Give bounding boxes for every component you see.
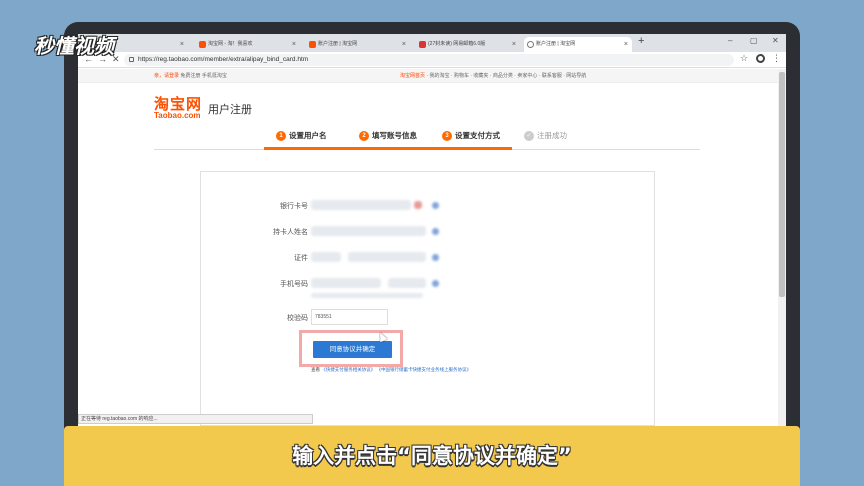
agreement-prefix: 查看	[311, 367, 320, 372]
maximize-icon[interactable]: ▢	[750, 36, 758, 45]
phone-hint-text	[311, 293, 423, 298]
code-label: 校验码	[287, 315, 308, 322]
close-tab-icon[interactable]: ×	[402, 37, 406, 52]
browser-tab-2[interactable]: 淘宝网 - 淘！我喜欢 ×	[196, 37, 300, 52]
close-tab-icon[interactable]: ×	[624, 37, 628, 52]
status-bar: 正在等待 reg.taobao.com 的响应...	[78, 414, 313, 424]
nav-category-link[interactable]: 商品分类	[493, 73, 513, 79]
quickpay-agreement-link[interactable]: 《快捷支付服务相关协议》	[321, 367, 375, 372]
registration-steps: 1 设置用户名 2 填写账号信息 3 设置支付方式 ✓ 注册成功	[154, 130, 700, 150]
nav-sitemap-link[interactable]: 网站导航	[566, 73, 586, 79]
bank-logo-icon	[414, 201, 422, 209]
tab-title: 账户注册 | 淘宝网	[318, 41, 358, 47]
tab-title: (27封未读) 网易邮箱6.0版	[428, 41, 486, 47]
card-number-input[interactable]	[311, 200, 411, 210]
step-progress-bar	[264, 147, 512, 150]
taobao-favicon-icon	[199, 41, 206, 48]
info-icon	[432, 228, 439, 235]
nav-mytaobao-link[interactable]: 我的淘宝	[429, 73, 449, 79]
signup-link[interactable]: 免费注册	[180, 73, 200, 79]
taobao-logo[interactable]: 淘宝网 Taobao.com	[154, 97, 202, 120]
step-number: 3	[442, 131, 452, 142]
taobao-favicon-icon	[309, 41, 316, 48]
info-icon	[432, 280, 439, 287]
logo-cn: 淘宝网	[154, 95, 203, 113]
address-bar-row: ← → ✕ https://reg.taobao.com/member/extr…	[78, 52, 786, 68]
browser-tab-4[interactable]: (27封未读) 网易邮箱6.0版 ×	[416, 37, 520, 52]
step-4: ✓ 注册成功	[524, 130, 567, 142]
sitenav-left: 亲，请登录 免费注册 手机逛淘宝	[154, 69, 227, 83]
close-tab-icon[interactable]: ×	[180, 37, 184, 52]
step-number: 1	[276, 131, 286, 142]
cardholder-label: 持卡人姓名	[273, 229, 308, 236]
bookmark-star-icon[interactable]: ☆	[740, 53, 748, 64]
id-label: 证件	[294, 255, 308, 262]
phone-input[interactable]	[311, 278, 381, 288]
id-type-select[interactable]	[311, 252, 341, 262]
id-number-input[interactable]	[348, 252, 426, 262]
minimize-icon[interactable]: –	[728, 36, 732, 45]
loading-spinner-icon	[527, 41, 534, 48]
window-close-icon[interactable]: ✕	[772, 36, 779, 45]
boc-agreement-link[interactable]: 《中国银行储蓄卡快捷支付业务线上服务协议》	[377, 367, 472, 372]
agree-confirm-button[interactable]: 同意协议并确定	[313, 341, 392, 358]
nav-seller-link[interactable]: 卖家中心	[517, 73, 537, 79]
browser-tab-3[interactable]: 账户注册 | 淘宝网 ×	[306, 37, 410, 52]
verification-code-input[interactable]: 783551	[311, 309, 388, 325]
step-1: 1 设置用户名	[276, 130, 327, 142]
info-icon	[432, 202, 439, 209]
step-label: 设置支付方式	[455, 131, 500, 140]
url-input[interactable]: https://reg.taobao.com/member/extra/alip…	[124, 54, 734, 66]
page-title: 用户注册	[208, 104, 252, 116]
nav-home-link[interactable]: 淘宝网首页	[400, 73, 425, 79]
mobile-link[interactable]: 手机逛淘宝	[202, 73, 227, 79]
card-number-label: 银行卡号	[280, 203, 308, 210]
lock-icon	[129, 57, 134, 62]
scrollbar-thumb[interactable]	[779, 72, 785, 297]
logo-en: Taobao.com	[154, 111, 201, 120]
subtitle-caption: 输入并点击“同意协议并确定”	[292, 444, 572, 468]
login-link[interactable]: 亲，请登录	[154, 73, 179, 79]
browser-tab-active[interactable]: 账户注册 | 淘宝网 ×	[524, 37, 632, 52]
watermark-logo: 秒懂视频	[34, 34, 114, 58]
nav-service-link[interactable]: 联系客服	[542, 73, 562, 79]
nav-cart-link[interactable]: 购物车	[454, 73, 469, 79]
account-icon[interactable]	[756, 54, 765, 63]
get-code-button[interactable]	[388, 278, 426, 288]
step-label: 填写账号信息	[372, 131, 417, 140]
nav-favorites-link[interactable]: 收藏夹	[473, 73, 488, 79]
tab-title: 淘宝网 - 淘！我喜欢	[208, 41, 253, 47]
sitenav-right: 淘宝网首页 · 我的淘宝 · 购物车 · 收藏夹 · 商品分类 · 卖家中心 ·…	[400, 73, 587, 79]
tab-title: 账户注册 | 淘宝网	[536, 41, 576, 47]
cardholder-input[interactable]	[311, 226, 426, 236]
step-number: 2	[359, 131, 369, 142]
step-label: 设置用户名	[289, 131, 327, 140]
url-text: https://reg.taobao.com/member/extra/alip…	[138, 56, 309, 63]
close-tab-icon[interactable]: ×	[292, 37, 296, 52]
check-icon: ✓	[524, 131, 534, 142]
browser-window: × 淘宝网 - 淘！我喜欢 × 账户注册 | 淘宝网 × (27封未读) 网易邮…	[78, 34, 786, 426]
step-2: 2 填写账号信息	[359, 130, 417, 142]
site-top-nav: 亲，请登录 免费注册 手机逛淘宝 淘宝网首页 · 我的淘宝 · 购物车 · 收藏…	[78, 69, 778, 83]
mail-favicon-icon	[419, 41, 426, 48]
step-label: 注册成功	[537, 131, 567, 140]
new-tab-icon[interactable]: +	[638, 35, 644, 47]
tab-strip: × 淘宝网 - 淘！我喜欢 × 账户注册 | 淘宝网 × (27封未读) 网易邮…	[78, 34, 786, 52]
menu-dots-icon[interactable]: ⋮	[772, 53, 781, 64]
step-3: 3 设置支付方式	[442, 130, 500, 142]
phone-label: 手机号码	[280, 281, 308, 288]
agreement-links: 查看 《快捷支付服务相关协议》 《中国银行储蓄卡快捷支付业务线上服务协议》	[311, 367, 471, 373]
close-tab-icon[interactable]: ×	[512, 37, 516, 52]
info-icon	[432, 254, 439, 261]
